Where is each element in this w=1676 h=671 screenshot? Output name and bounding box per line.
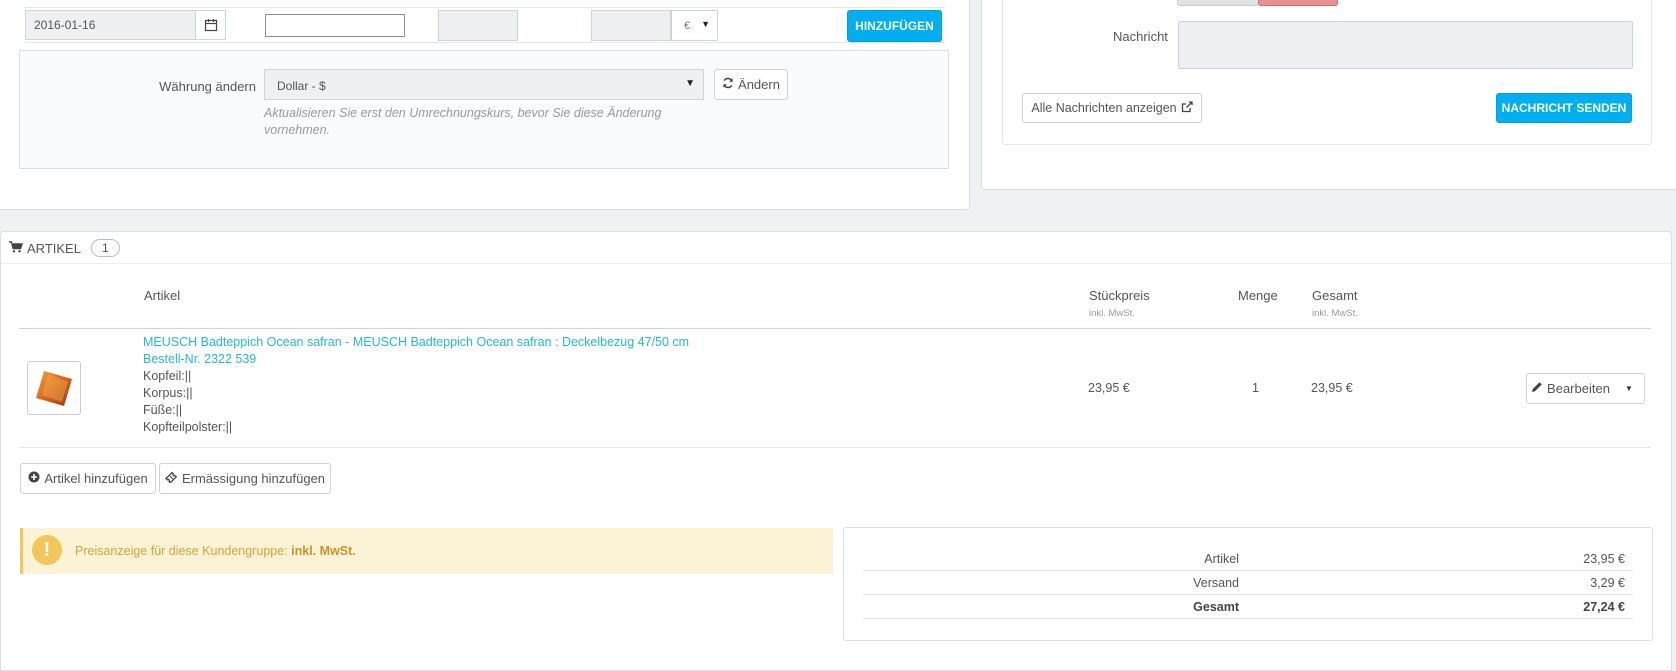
product-unit-price: 23,95 € xyxy=(1088,381,1130,395)
add-discount-label: Ermässigung hinzufügen xyxy=(181,471,326,486)
edit-product-label: Bearbeiten xyxy=(1547,381,1610,396)
exclamation-icon: ! xyxy=(32,535,62,565)
totals-total-label: Gesamt xyxy=(1193,600,1239,614)
message-label: Nachricht xyxy=(1113,29,1168,44)
totals-products-value: 23,95 € xyxy=(1583,552,1625,566)
col-total: Gesamt xyxy=(1312,288,1358,303)
table-row-divider xyxy=(19,447,1651,448)
product-attr-body: Korpus:|| xyxy=(143,386,193,400)
price-display-alert: ! Preisanzeige für diese Kundengruppe: i… xyxy=(20,528,833,574)
message-template-button[interactable] xyxy=(1177,0,1259,6)
articles-count-badge: 1 xyxy=(90,239,120,257)
payment-currency-select[interactable]: € ▼ xyxy=(671,10,718,41)
change-currency-button[interactable]: Ändern xyxy=(714,69,788,100)
amount-input[interactable] xyxy=(591,10,671,41)
col-product: Artikel xyxy=(144,288,181,303)
plus-circle-icon xyxy=(28,471,40,486)
table-header-divider xyxy=(19,328,1651,329)
add-payment-button[interactable]: HINZUFÜGEN xyxy=(847,10,942,42)
totals-total-value: 27,24 € xyxy=(1583,600,1625,614)
currency-select-value: Dollar - $ xyxy=(277,79,326,93)
currency-change-well: Währung ändern Dollar - $ ▼ Ändern Aktua… xyxy=(19,50,949,169)
currency-change-label: Währung ändern xyxy=(159,79,256,94)
col-quantity: Menge xyxy=(1238,288,1278,303)
totals-row-total: Gesamt 27,24 € xyxy=(863,596,1633,619)
add-product-button[interactable]: Artikel hinzufügen xyxy=(20,463,156,494)
alert-message: Preisanzeige für diese Kundengruppe: xyxy=(75,544,288,558)
add-discount-button[interactable]: Ermässigung hinzufügen xyxy=(159,463,331,494)
message-private-button[interactable] xyxy=(1258,0,1338,6)
product-quantity: 1 xyxy=(1252,381,1259,395)
col-unit-price: Stückpreis xyxy=(1089,288,1150,303)
totals-row-shipping: Versand 3,29 € xyxy=(863,572,1633,595)
product-attr-headboard-cushion: Kopfteilpolster:|| xyxy=(143,420,233,434)
show-all-messages-label: Alle Nachrichten anzeigen xyxy=(1031,101,1177,115)
order-totals: Artikel 23,95 € Versand 3,29 € Gesamt 27… xyxy=(843,527,1653,641)
cart-icon xyxy=(9,240,23,256)
payment-form-row: 2016-01-16 € ▼ HINZUFÜGEN xyxy=(25,7,945,43)
ticket-icon xyxy=(165,471,178,486)
payment-date-input[interactable]: 2016-01-16 xyxy=(25,10,226,40)
alert-strong: inkl. MwSt. xyxy=(291,544,356,558)
change-currency-label: Ändern xyxy=(738,77,780,92)
chevron-down-icon: ▼ xyxy=(685,78,695,89)
message-form: Nachricht Alle Nachrichten anzeigen NACH… xyxy=(1002,0,1652,145)
totals-products-label: Artikel xyxy=(1204,552,1239,566)
payment-date-value: 2016-01-16 xyxy=(34,18,96,32)
message-textarea[interactable] xyxy=(1178,21,1633,69)
totals-row-products: Artikel 23,95 € xyxy=(863,548,1633,571)
product-image xyxy=(27,361,81,415)
edit-product-button[interactable]: Bearbeiten xyxy=(1527,374,1614,403)
articles-panel: ARTIKEL 1 Artikel Stückpreis inkl. MwSt.… xyxy=(0,231,1672,671)
currency-symbol: € xyxy=(684,20,691,32)
articles-heading: ARTIKEL 1 xyxy=(9,239,120,257)
product-attr-headboard: Kopfeil:|| xyxy=(143,369,192,383)
col-total-sub: inkl. MwSt. xyxy=(1312,308,1358,319)
add-product-label: Artikel hinzufügen xyxy=(44,471,148,486)
payment-panel: 2016-01-16 € ▼ HINZUFÜGEN Währung ändern… xyxy=(0,0,970,210)
pencil-icon xyxy=(1531,381,1543,396)
refresh-icon xyxy=(722,77,734,92)
currency-select[interactable]: Dollar - $ ▼ xyxy=(264,69,704,100)
external-link-icon xyxy=(1181,100,1193,116)
caret-down-icon[interactable]: ▼ xyxy=(1614,374,1644,403)
transaction-id-input[interactable] xyxy=(438,10,518,41)
show-all-messages-button[interactable]: Alle Nachrichten anzeigen xyxy=(1022,93,1202,123)
payment-method-input[interactable] xyxy=(265,14,405,37)
product-name-link[interactable]: MEUSCH Badteppich Ocean safran - MEUSCH … xyxy=(143,334,689,351)
product-info: MEUSCH Badteppich Ocean safran - MEUSCH … xyxy=(143,334,689,436)
send-message-button[interactable]: NACHRICHT SENDEN xyxy=(1496,93,1632,123)
product-total: 23,95 € xyxy=(1311,381,1353,395)
currency-help-text: Aktualisieren Sie erst den Umrechnungsku… xyxy=(264,106,662,137)
alert-text: Preisanzeige für diese Kundengruppe: ink… xyxy=(75,544,356,558)
heading-divider xyxy=(1,263,1671,264)
articles-title: ARTIKEL xyxy=(27,240,81,256)
totals-shipping-value: 3,29 € xyxy=(1590,576,1625,590)
product-attr-feet: Füße:|| xyxy=(143,403,183,417)
calendar-icon[interactable] xyxy=(195,11,225,39)
edit-product-button-group: Bearbeiten ▼ xyxy=(1526,373,1645,404)
col-unit-price-sub: inkl. MwSt. xyxy=(1089,308,1135,319)
product-reference: Bestell-Nr. 2322 539 xyxy=(143,352,257,366)
chevron-down-icon: ▼ xyxy=(701,19,710,29)
messages-panel: Nachricht Alle Nachrichten anzeigen NACH… xyxy=(981,0,1676,190)
totals-shipping-label: Versand xyxy=(1193,576,1239,590)
